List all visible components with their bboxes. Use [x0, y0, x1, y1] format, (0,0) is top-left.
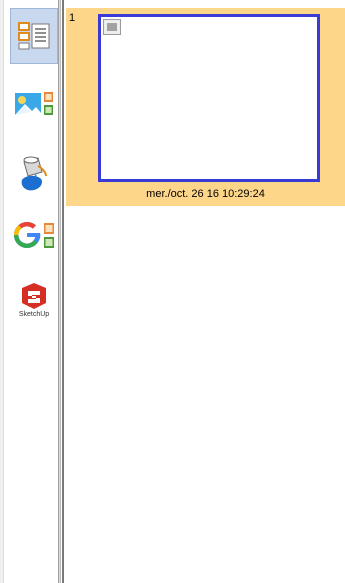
slide-notes-icon [103, 19, 121, 35]
panel-border [62, 0, 64, 583]
sketchup-icon [21, 283, 46, 309]
panel-splitter[interactable] [58, 0, 61, 583]
image-gallery-button[interactable] [10, 76, 58, 132]
slide-thumbnail[interactable] [98, 14, 320, 182]
image-gallery-icon [15, 92, 53, 115]
sketchup-label: SketchUp [18, 311, 50, 318]
slide-item[interactable]: 1 mer./oct. 26 16 10:29:24 [66, 8, 345, 206]
google-images-icon [14, 222, 54, 248]
google-images-button[interactable] [10, 208, 58, 264]
paint-bucket-button[interactable] [10, 144, 58, 200]
side-toolbar: SketchUp [6, 0, 58, 583]
left-edge [0, 0, 4, 583]
slide-list-button[interactable] [10, 8, 58, 64]
slide-list-icon [18, 22, 50, 50]
slide-list-panel: 1 mer./oct. 26 16 10:29:24 [66, 0, 345, 583]
sketchup-button[interactable]: SketchUp [10, 272, 58, 328]
slide-number: 1 [69, 12, 76, 24]
app-window: SketchUp 1 mer./oct. 26 16 10:29:24 [0, 0, 345, 583]
paint-bucket-icon [21, 156, 47, 191]
slide-timestamp: mer./oct. 26 16 10:29:24 [146, 188, 265, 200]
